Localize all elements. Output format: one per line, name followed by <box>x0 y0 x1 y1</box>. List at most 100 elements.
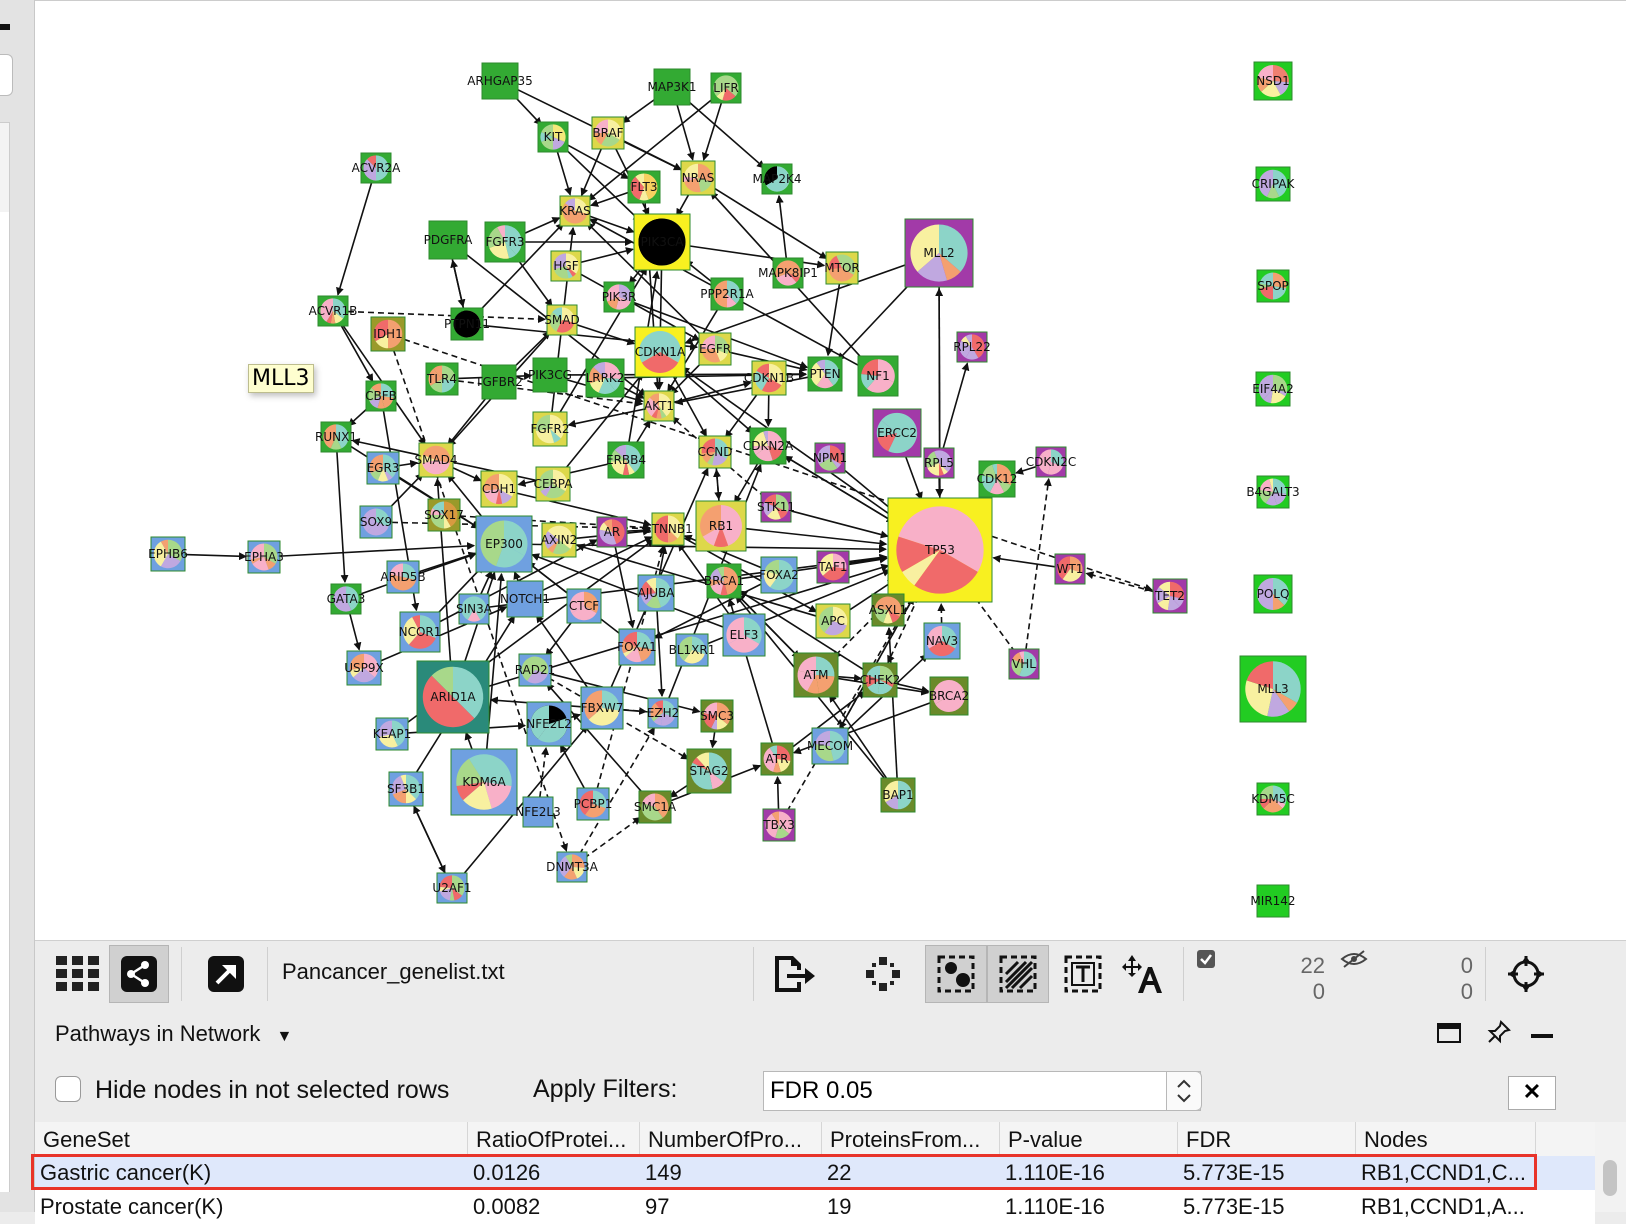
edge-FGFR3-KRAS[interactable] <box>523 218 559 234</box>
edge-STK11-TP53[interactable] <box>791 511 888 537</box>
node-ercc2[interactable]: ERCC2 <box>873 409 921 457</box>
edge-MAP3K1-NRAS[interactable] <box>677 104 693 159</box>
node-cbfb[interactable]: CBFB <box>365 381 397 411</box>
node-ezh2[interactable]: EZH2 <box>647 698 679 728</box>
node-braf[interactable]: BRAF <box>592 117 624 149</box>
edge-EPHB6-EPHA3[interactable] <box>185 555 246 557</box>
node-kdm6a[interactable]: KDM6A <box>451 749 517 815</box>
grid-view-button[interactable] <box>53 945 103 1003</box>
node-keap1[interactable]: KEAP1 <box>373 718 412 750</box>
node-arid1a[interactable]: ARID1A <box>417 661 489 733</box>
center-view-button[interactable] <box>1499 945 1553 1003</box>
edge-KRAS-PIK3CA[interactable] <box>589 216 634 232</box>
node-sox9[interactable]: SOX9 <box>360 506 392 538</box>
node-pik3r[interactable]: PIK3R <box>602 282 637 312</box>
node-pik3ca[interactable]: PIK3CA <box>634 214 690 270</box>
edge-DNMT3A-SMC1A[interactable] <box>584 818 640 859</box>
edge-GATA3-USP9X[interactable] <box>350 614 359 650</box>
edge-RPL5-RPL22[interactable] <box>943 363 967 448</box>
open-external-button[interactable] <box>201 945 251 1003</box>
node-sox17[interactable]: SOX17 <box>424 499 464 531</box>
node-sin3a[interactable]: SIN3A <box>456 594 493 624</box>
edge-ACVR2A-ACVR1B[interactable] <box>338 182 372 294</box>
edge-KDM6A-ARID1A[interactable] <box>466 733 473 751</box>
edge-TBX3-ATR[interactable] <box>778 777 779 809</box>
scrollbar-thumb[interactable] <box>1603 1160 1617 1196</box>
node-lrrk2[interactable]: LRRK2 <box>586 359 625 397</box>
network-canvas[interactable]: ARHGAP35MAP3K1LIFRNSD1KITBRAFNRASFLT3MAP… <box>35 0 1626 941</box>
node-wt1[interactable]: WT1 <box>1055 554 1085 584</box>
column-header-pvalue[interactable]: P-value <box>1000 1122 1178 1156</box>
table-scrollbar[interactable] <box>1595 1122 1626 1212</box>
node-cdk12[interactable]: CDK12 <box>977 461 1018 497</box>
edge-MTOR-PTEN[interactable] <box>828 284 839 355</box>
node-fgfr3[interactable]: FGFR3 <box>485 222 525 262</box>
node-bap1[interactable]: BAP1 <box>881 778 915 812</box>
node-ctcf[interactable]: CTCF <box>567 589 601 623</box>
edge-ACVR1B-CBFB[interactable] <box>340 324 372 381</box>
column-header-number[interactable]: NumberOfPro... <box>640 1122 822 1156</box>
node-flt3[interactable]: FLT3 <box>628 171 660 203</box>
node-ptpn11[interactable]: PTPN11 <box>444 308 490 340</box>
edge-AKT1-CDKN1B[interactable] <box>674 383 751 403</box>
minimize-panel-icon[interactable] <box>1531 1034 1553 1038</box>
node-ar[interactable]: AR <box>597 517 627 547</box>
node-dnmt3a[interactable]: DNMT3A <box>546 852 599 882</box>
edge-MAP3K1-BRAF[interactable] <box>623 98 658 123</box>
node-atr[interactable]: ATR <box>761 743 793 775</box>
node-ccnd[interactable]: CCND <box>698 436 733 468</box>
node-notch1[interactable]: NOTCH1 <box>500 581 550 617</box>
edge-RUNX1-GATA3[interactable] <box>337 452 345 582</box>
edge-CCND-RB1[interactable] <box>716 468 719 499</box>
node-tlr4[interactable]: TLR4 <box>426 363 458 395</box>
node-eif4a2[interactable]: EIF4A2 <box>1252 372 1294 406</box>
node-cdkn2c[interactable]: CDKN2C <box>1026 447 1076 477</box>
node-egfr[interactable]: EGFR <box>699 333 731 365</box>
left-panel-tab[interactable] <box>0 122 10 214</box>
edge-PCBP1-NFE2L2[interactable] <box>561 745 586 790</box>
node-cdh1[interactable]: CDH1 <box>481 471 517 507</box>
node-acvr2a[interactable]: ACVR2A <box>352 153 402 183</box>
annotation-text-button[interactable] <box>1055 945 1111 1003</box>
node-nfe2l3[interactable]: NFE2L3 <box>515 797 560 827</box>
node-tbx3[interactable]: TBX3 <box>762 809 795 841</box>
node-pik3cg[interactable]: PIK3CG <box>528 358 572 392</box>
table-row[interactable]: Gastric cancer(K) 0.0126 149 22 1.110E-1… <box>35 1156 1595 1190</box>
node-idh1[interactable]: IDH1 <box>371 317 405 351</box>
node-cdkn1a[interactable]: CDKN1A <box>635 327 686 377</box>
fdr-filter-input[interactable] <box>763 1071 1201 1111</box>
node-rpl22[interactable]: RPL22 <box>953 332 991 362</box>
node-arhgap35[interactable]: ARHGAP35 <box>467 63 533 99</box>
column-header-ratio[interactable]: RatioOfProtei... <box>468 1122 640 1156</box>
edge-VHL-CDKN2C[interactable] <box>1026 479 1049 649</box>
node-mtor[interactable]: MTOR <box>824 252 859 284</box>
edge-TET2-WT1[interactable] <box>1086 573 1153 591</box>
node-kit[interactable]: KIT <box>538 122 568 152</box>
node-tgfbr2[interactable]: TGFBR2 <box>474 365 523 399</box>
node-fbxw7[interactable]: FBXW7 <box>581 687 624 729</box>
table-row[interactable]: Prostate cancer(K) 0.0082 97 19 1.110E-1… <box>35 1190 1595 1224</box>
edge-SMAD4-CDH1[interactable] <box>451 467 480 481</box>
edge-WT1-TP53[interactable] <box>993 558 1055 567</box>
node-smad4[interactable]: SMAD4 <box>414 443 457 477</box>
node-ncor1[interactable]: NCOR1 <box>399 612 442 652</box>
fdr-spinner[interactable] <box>1166 1071 1202 1111</box>
node-nras[interactable]: NRAS <box>681 161 715 195</box>
node-acvr1b[interactable]: ACVR1B <box>309 296 358 326</box>
edge-ELF3-EP300[interactable] <box>532 555 724 628</box>
node-kras[interactable]: KRAS <box>559 196 591 226</box>
node-ephb6[interactable]: EPHB6 <box>148 537 188 571</box>
edge-TGFBR2-SMAD4[interactable] <box>448 395 488 445</box>
edge-EPHA3-EP300[interactable] <box>280 546 474 557</box>
node-brca2[interactable]: BRCA2 <box>929 677 969 715</box>
node-mll3[interactable]: MLL3 <box>1240 656 1306 722</box>
node-nav3[interactable]: NAV3 <box>924 623 960 659</box>
minimize-icon[interactable] <box>0 24 10 30</box>
node-taf1[interactable]: TAF1 <box>817 551 849 583</box>
panel-title-dropdown[interactable]: Pathways in Network ▼ <box>55 1021 292 1047</box>
node-cdkn1b[interactable]: CDKN1B <box>744 361 794 395</box>
node-epha3[interactable]: EPHA3 <box>244 541 284 573</box>
node-pcbp1[interactable]: PCBP1 <box>574 788 613 820</box>
edge-AJUBA-EZH2[interactable] <box>657 611 662 696</box>
node-cdkn2a[interactable]: CDKN2A <box>743 428 794 464</box>
